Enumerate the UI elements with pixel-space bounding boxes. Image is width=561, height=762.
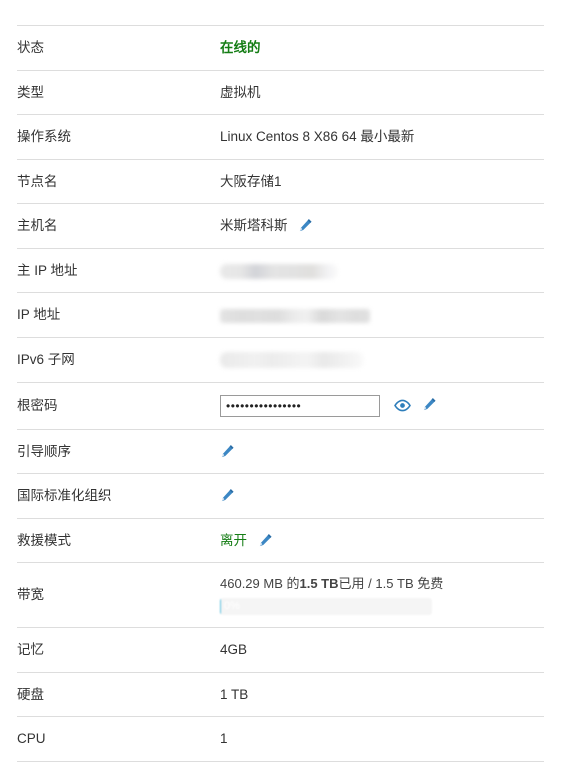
row-label-disk: 硬盘 [17,686,44,702]
bandwidth-progress-bar: 0% [220,598,432,616]
row-label-ipv6-subnet: IPv6 子网 [17,351,75,367]
row-value-root-password [220,382,544,429]
pencil-icon[interactable] [220,488,235,503]
row-label-bandwidth: 带宽 [17,587,44,603]
row-value-os: Linux Centos 8 X86 64 最小最新 [220,129,415,145]
row-value-disk: 1 TB [220,686,249,702]
table-row: 状态 在线的 [17,25,544,71]
table-row: 国际标准化组织 [17,473,544,519]
row-value-iso [220,474,544,519]
pencil-icon[interactable] [422,397,437,412]
row-value-memory: 4GB [220,642,248,658]
table-row: 引导顺序 [17,429,544,474]
pencil-icon[interactable] [298,218,313,233]
row-label-rescue-mode: 救援模式 [17,532,71,548]
bandwidth-progress-label: 0% [224,600,240,613]
row-value-type: 虚拟机 [220,84,261,100]
bandwidth-total: 1.5 TB [299,576,339,592]
row-label-os: 操作系统 [17,129,71,145]
row-value-ipv6-subnet [220,337,544,382]
table-row: 救援模式 离开 [17,518,544,563]
rescue-mode-state: 离开 [220,532,247,548]
table-row: 节点名 大阪存储1 [17,159,544,204]
bandwidth-used-prefix: 460.29 MB 的 [220,576,300,592]
table-row: 主 IP 地址 [17,248,544,293]
row-label-ip-address: IP 地址 [17,307,61,323]
table-row: CPU 1 [17,716,544,762]
table-row: 带宽 460.29 MB 的1.5 TB已用 / 1.5 TB 免费 0% [17,562,544,628]
row-label-status: 状态 [17,40,44,55]
row-label-node-name: 节点名 [17,173,58,189]
row-value-ip-address [220,293,544,338]
row-label-iso: 国际标准化组织 [17,488,112,504]
bandwidth-progress-fill [220,598,221,616]
row-label-boot-order: 引导顺序 [17,443,71,459]
eye-icon[interactable] [393,399,411,412]
table-row: 硬盘 1 TB [17,672,544,717]
server-info-panel: 状态 在线的 类型 虚拟机 操作系统 Linux Centos 8 X86 64… [0,25,561,762]
table-row: 根密码 [17,382,544,429]
row-value-boot-order [220,429,544,474]
row-label-main-ip: 主 IP 地址 [17,262,78,278]
redacted-main-ip [220,263,338,279]
row-label-memory: 记忆 [17,642,44,658]
row-value-main-ip [220,248,544,293]
status-badge: 在线的 [220,40,261,55]
table-row: 操作系统 Linux Centos 8 X86 64 最小最新 [17,114,544,160]
row-value-node-name: 大阪存储1 [220,173,282,189]
server-info-table: 状态 在线的 类型 虚拟机 操作系统 Linux Centos 8 X86 64… [17,25,544,762]
table-row: 主机名 米斯塔科斯 [17,203,544,249]
row-label-cpu: CPU [17,731,46,747]
table-row: IP 地址 [17,292,544,338]
root-password-input[interactable] [220,394,380,417]
row-value-status: 在线的 [220,26,544,71]
row-label-type: 类型 [17,84,44,100]
pencil-icon[interactable] [220,444,235,459]
table-row: 记忆 4GB [17,627,544,673]
bandwidth-used-suffix: 已用 / 1.5 TB 免费 [338,576,444,592]
bandwidth-usage-text: 460.29 MB 的1.5 TB已用 / 1.5 TB 免费 [220,575,536,594]
row-value-cpu: 1 [220,731,228,747]
row-label-root-password: 根密码 [17,397,58,413]
hostname-text: 米斯塔科斯 [220,218,288,234]
pencil-icon[interactable] [258,533,273,548]
redacted-ipv6-subnet [220,352,364,369]
table-row: IPv6 子网 [17,337,544,382]
row-value-bandwidth: 460.29 MB 的1.5 TB已用 / 1.5 TB 免费 0% [220,563,544,628]
table-row: 类型 虚拟机 [17,70,544,115]
redacted-ip-address [220,308,370,323]
row-value-hostname: 米斯塔科斯 [220,204,544,249]
row-value-rescue-mode: 离开 [220,518,544,563]
row-label-hostname: 主机名 [17,218,58,234]
